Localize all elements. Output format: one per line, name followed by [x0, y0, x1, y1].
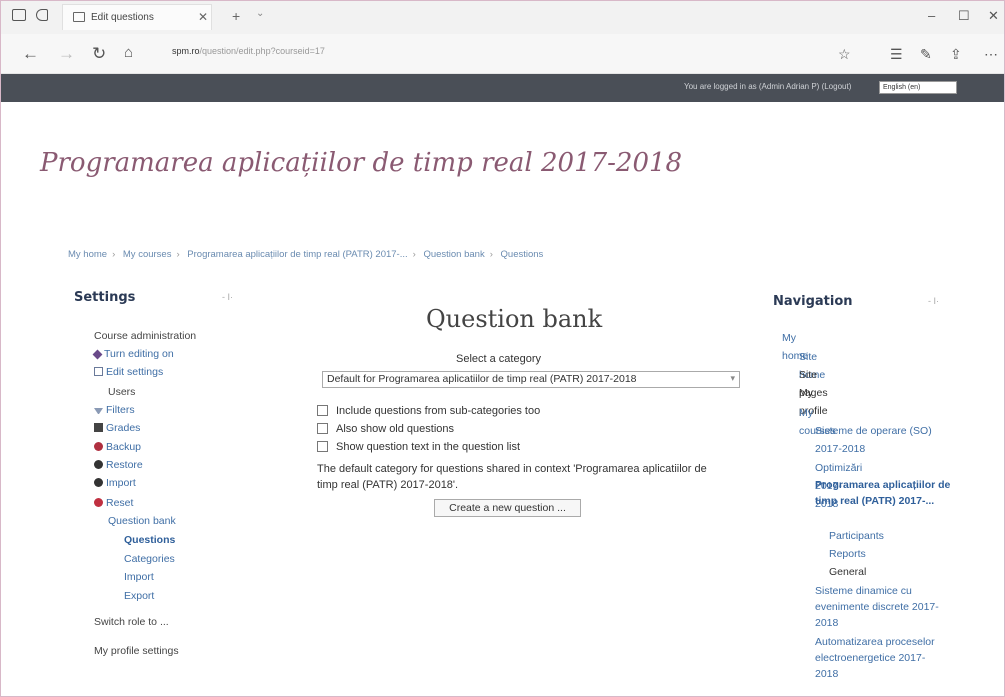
grades-icon: [94, 423, 103, 432]
tab-manager-icon[interactable]: [12, 9, 26, 21]
settings-block-controls[interactable]: - I·: [222, 292, 233, 302]
new-tab-icon[interactable]: +: [232, 8, 240, 24]
close-tab-icon[interactable]: ✕: [198, 10, 208, 24]
nav-course-patr[interactable]: Programarea aplicațiilor de timp real (P…: [815, 477, 955, 509]
settings-users[interactable]: Users: [108, 386, 135, 398]
category-select[interactable]: Default for Programarea aplicatiilor de …: [322, 371, 740, 388]
reset-icon: [94, 498, 103, 507]
page-icon: [73, 12, 85, 22]
url-field[interactable]: spm.ro/question/edit.php?courseid=17: [172, 46, 572, 60]
more-icon[interactable]: ⋯: [984, 46, 998, 63]
course-title: Programarea aplicațiilor de timp real 20…: [40, 148, 683, 178]
show-question-text-label: Show question text in the question list: [336, 441, 521, 453]
back-icon[interactable]: ←: [22, 44, 39, 64]
backup-icon: [94, 442, 103, 451]
include-subcategories-checkbox[interactable]: [317, 405, 328, 416]
forward-icon[interactable]: →: [58, 44, 75, 64]
settings-import[interactable]: Import: [94, 477, 136, 489]
settings-categories[interactable]: Categories: [124, 553, 175, 565]
breadcrumb-my-home[interactable]: My home: [68, 249, 107, 260]
show-old-questions-row[interactable]: Also show old questions: [317, 423, 454, 435]
breadcrumb-course[interactable]: Programarea aplicațiilor de timp real (P…: [187, 249, 407, 260]
site-header-bar: You are logged in as (Admin Adrian P) (L…: [0, 74, 1005, 102]
home-icon[interactable]: ⌂: [124, 44, 133, 61]
settings-icon: [94, 367, 103, 376]
restore-icon: [94, 460, 103, 469]
set-aside-tabs-icon[interactable]: [36, 9, 48, 21]
breadcrumb-my-courses[interactable]: My courses: [123, 249, 172, 260]
pen-icon[interactable]: ✎: [920, 46, 932, 63]
nav-general[interactable]: General: [829, 563, 866, 581]
select-category-label: Select a category: [456, 353, 541, 365]
create-new-question-button[interactable]: Create a new question ...: [434, 499, 581, 517]
breadcrumb-questions[interactable]: Questions: [501, 249, 544, 260]
settings-qb-import[interactable]: Import: [124, 571, 154, 583]
browser-tab-bar: Edit questions ✕ + ⌄ – ☐ ✕: [0, 0, 1005, 34]
settings-reset[interactable]: Reset: [94, 497, 133, 509]
settings-grades[interactable]: Grades: [94, 422, 140, 434]
settings-backup[interactable]: Backup: [94, 441, 141, 453]
nav-course-sisteme-dinamice[interactable]: Sisteme dinamice cu evenimente discrete …: [815, 583, 945, 631]
import-icon: [94, 478, 103, 487]
settings-question-bank[interactable]: Question bank: [108, 515, 176, 527]
settings-switch-role[interactable]: Switch role to ...: [94, 616, 169, 628]
nav-course-so[interactable]: Sisteme de operare (SO) 2017-2018: [815, 422, 955, 458]
breadcrumb: My home › My courses › Programarea aplicaț…: [68, 249, 544, 260]
url-path: /question/edit.php?courseid=17: [199, 46, 325, 56]
login-info[interactable]: You are logged in as (Admin Adrian P) (L…: [684, 82, 851, 91]
settings-edit-settings[interactable]: Edit settings: [94, 366, 163, 378]
show-question-text-row[interactable]: Show question text in the question list: [317, 441, 520, 453]
settings-my-profile-settings[interactable]: My profile settings: [94, 645, 179, 657]
breadcrumb-question-bank[interactable]: Question bank: [423, 249, 484, 260]
language-select[interactable]: English (en): [879, 81, 957, 94]
tab-list-chevron-icon[interactable]: ⌄: [256, 8, 264, 19]
tab-title: Edit questions: [91, 12, 154, 23]
refresh-icon[interactable]: ↻: [92, 44, 106, 64]
share-icon[interactable]: ⇪: [950, 46, 962, 63]
close-window-icon[interactable]: ✕: [988, 8, 999, 24]
address-bar: ← → ↻ ⌂ spm.ro/question/edit.php?coursei…: [0, 34, 1005, 74]
show-question-text-checkbox[interactable]: [317, 441, 328, 452]
show-old-questions-checkbox[interactable]: [317, 423, 328, 434]
url-host: spm.ro: [172, 46, 200, 56]
include-subcategories-label: Include questions from sub-categories to…: [336, 405, 541, 417]
settings-questions[interactable]: Questions: [124, 534, 175, 546]
navigation-block-title: Navigation: [773, 294, 853, 309]
settings-turn-editing-on[interactable]: Turn editing on: [92, 348, 174, 360]
maximize-icon[interactable]: ☐: [958, 8, 970, 24]
browser-tab[interactable]: Edit questions ✕: [62, 4, 212, 30]
page-title: Question bank: [426, 305, 603, 333]
navigation-block-controls[interactable]: - I·: [928, 296, 939, 306]
settings-restore[interactable]: Restore: [94, 459, 143, 471]
settings-block-title: Settings: [74, 290, 136, 305]
favorite-star-icon[interactable]: ☆: [838, 46, 851, 63]
favorites-list-icon[interactable]: ☰: [890, 46, 903, 63]
category-select-value: Default for Programarea aplicatiilor de …: [327, 373, 637, 385]
nav-participants[interactable]: Participants: [829, 527, 884, 545]
settings-export[interactable]: Export: [124, 590, 154, 602]
chevron-down-icon: ▾: [730, 373, 735, 383]
show-old-questions-label: Also show old questions: [336, 423, 455, 435]
nav-reports[interactable]: Reports: [829, 545, 866, 563]
settings-course-administration[interactable]: Course administration: [94, 330, 196, 342]
pencil-icon: [92, 349, 103, 360]
nav-course-automatizarea[interactable]: Automatizarea proceselor electroenergeti…: [815, 634, 945, 682]
filter-icon: [94, 408, 103, 414]
settings-filters[interactable]: Filters: [94, 404, 135, 416]
minimize-icon[interactable]: –: [928, 8, 935, 23]
include-subcategories-row[interactable]: Include questions from sub-categories to…: [317, 405, 540, 417]
default-category-info: The default category for questions share…: [317, 463, 707, 491]
